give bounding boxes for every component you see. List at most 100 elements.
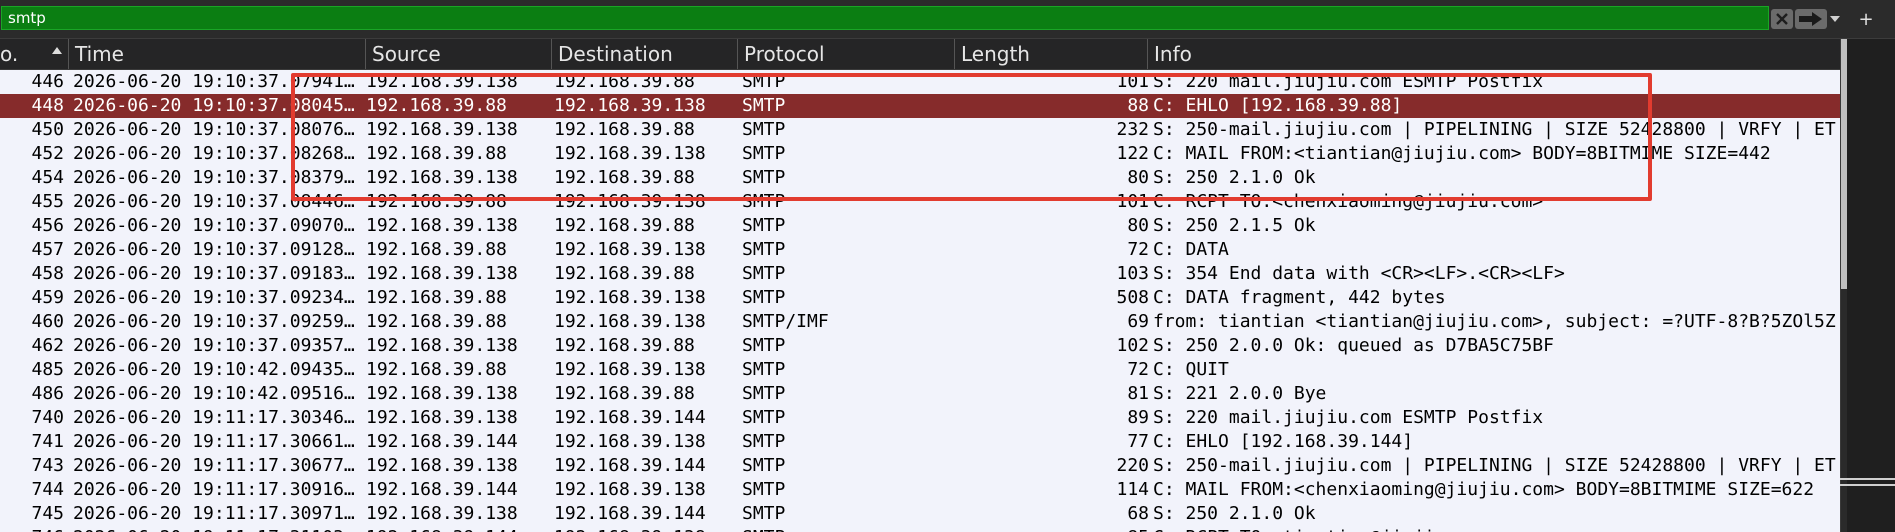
packet-list-scrollbar[interactable] [1840, 39, 1895, 532]
packet-cell-time: 2026-06-20 19:10:37.08379… [73, 167, 355, 188]
packet-cell-source: 192.168.39.138 [366, 215, 518, 236]
packet-cell-length: 232 [1116, 119, 1149, 140]
display-filter-input[interactable] [1, 6, 1769, 30]
packet-cell-destination: 192.168.39.138 [554, 143, 706, 164]
packet-row[interactable]: 455 2026-06-20 19:10:37.08446… 192.168.39.… [0, 190, 1840, 214]
packet-row[interactable]: 448 2026-06-20 19:10:37.08045… 192.168.39.… [0, 94, 1840, 118]
packet-list[interactable]: 446 2026-06-20 19:10:37.07941… 192.168.39.… [0, 70, 1840, 532]
clear-filter-button[interactable] [1771, 9, 1793, 29]
packet-row[interactable]: 743 2026-06-20 19:11:17.30677… 192.168.39.… [0, 454, 1840, 478]
packet-cell-protocol: SMTP [742, 407, 786, 428]
packet-row[interactable]: 744 2026-06-20 19:11:17.30916… 192.168.39.… [0, 478, 1840, 502]
packet-cell-source: 192.168.39.138 [366, 263, 518, 284]
packet-cell-source: 192.168.39.88 [366, 239, 507, 260]
add-filter-button-plus-icon[interactable]: + [1856, 9, 1876, 30]
packet-cell-protocol: SMTP [742, 287, 786, 308]
packet-cell-info: C: EHLO [192.168.39.144] [1153, 431, 1414, 452]
packet-cell-length: 80 [1127, 167, 1149, 188]
packet-cell-protocol: SMTP [742, 335, 786, 356]
column-header-time[interactable]: Time [69, 39, 366, 69]
packet-cell-source: 192.168.39.138 [366, 383, 518, 404]
packet-cell-length: 81 [1127, 383, 1149, 404]
packet-cell-destination: 192.168.39.138 [554, 239, 706, 260]
packet-cell-time: 2026-06-20 19:10:37.09128… [73, 239, 355, 260]
packet-row[interactable]: 458 2026-06-20 19:10:37.09183… 192.168.39.… [0, 262, 1840, 286]
packet-row[interactable]: 485 2026-06-20 19:10:42.09435… 192.168.39.… [0, 358, 1840, 382]
column-header-length[interactable]: Length [955, 39, 1148, 69]
filter-history-dropdown[interactable] [1829, 9, 1841, 29]
packet-cell-destination: 192.168.39.138 [554, 359, 706, 380]
packet-cell-info: S: 220 mail.jiujiu.com ESMTP Postfix [1153, 71, 1544, 92]
packet-row[interactable]: 7462026-06-20 19:11:17.31103…192.168.39.… [0, 526, 1840, 532]
packet-cell-protocol: SMTP [742, 191, 786, 212]
scrollbar-thumb[interactable] [1841, 39, 1847, 289]
packet-cell-info: C: DATA [1153, 239, 1229, 260]
packet-row[interactable]: 450 2026-06-20 19:10:37.08076… 192.168.39.… [0, 118, 1840, 142]
column-header-destination[interactable]: Destination [552, 39, 738, 69]
packet-cell-length: 102 [1116, 335, 1149, 356]
packet-cell-time: 2026-06-20 19:10:37.08076… [73, 119, 355, 140]
packet-cell-time: 2026-06-20 19:11:17.30677… [73, 455, 355, 476]
packet-cell-length: 68 [1127, 503, 1149, 524]
packet-cell-length: 122 [1116, 143, 1149, 164]
clear-icon [1776, 13, 1788, 25]
packet-row[interactable]: 462 2026-06-20 19:10:37.09357… 192.168.39.… [0, 334, 1840, 358]
packet-row[interactable]: 446 2026-06-20 19:10:37.07941… 192.168.39.… [0, 70, 1840, 94]
packet-row[interactable]: 460 2026-06-20 19:10:37.09259… 192.168.39.… [0, 310, 1840, 334]
packet-cell-info: C: RCPT TO:<tiantian@jiujiu.com> [1153, 526, 1840, 532]
packet-cell-no: 454 [31, 167, 64, 188]
packet-cell-no: 740 [31, 407, 64, 428]
packet-cell-no: 459 [31, 287, 64, 308]
column-header-no[interactable]: o. [0, 39, 69, 69]
packet-cell-no: 457 [31, 239, 64, 260]
packet-cell-time: 2026-06-20 19:10:37.09259… [73, 311, 355, 332]
column-header-info[interactable]: Info [1148, 39, 1840, 69]
packet-cell-info: S: 250 2.1.0 Ok [1153, 167, 1316, 188]
packet-cell-source: 192.168.39.88 [366, 311, 507, 332]
packet-row[interactable]: 741 2026-06-20 19:11:17.30661… 192.168.39.… [0, 430, 1840, 454]
packet-row[interactable]: 452 2026-06-20 19:10:37.08268… 192.168.39.… [0, 142, 1840, 166]
packet-cell-destination: 192.168.39.138 [554, 95, 706, 116]
packet-row[interactable]: 486 2026-06-20 19:10:42.09516… 192.168.39.… [0, 382, 1840, 406]
packet-cell-length: 101 [1116, 71, 1149, 92]
packet-cell-info: S: 221 2.0.0 Bye [1153, 383, 1327, 404]
packet-cell-info: C: QUIT [1153, 359, 1229, 380]
packet-cell-info: S: 220 mail.jiujiu.com ESMTP Postfix [1153, 407, 1544, 428]
packet-row[interactable]: 740 2026-06-20 19:11:17.30346… 192.168.39.… [0, 406, 1840, 430]
packet-cell-protocol: SMTP [742, 383, 786, 404]
packet-cell-length: 72 [1127, 239, 1149, 260]
packet-cell-protocol: SMTP [742, 359, 786, 380]
packet-cell-length: 101 [1116, 191, 1149, 212]
packet-cell-no: 446 [31, 71, 64, 92]
packet-row[interactable]: 456 2026-06-20 19:10:37.09070… 192.168.39.… [0, 214, 1840, 238]
packet-cell-source: 192.168.39.138 [366, 167, 518, 188]
packet-cell-info: from: tiantian <tiantian@jiujiu.com>, su… [1153, 311, 1836, 332]
packet-row[interactable]: 459 2026-06-20 19:10:37.09234… 192.168.39.… [0, 286, 1840, 310]
packet-cell-no: 455 [31, 191, 64, 212]
packet-cell-source: 192.168.39.88 [366, 95, 507, 116]
packet-cell-time: 2026-06-20 19:10:37.08268… [73, 143, 355, 164]
packet-cell-destination: 192.168.39.88 [554, 167, 695, 188]
column-header-source[interactable]: Source [366, 39, 552, 69]
packet-cell-info: S: 250-mail.jiujiu.com | PIPELINING | SI… [1153, 119, 1836, 140]
display-filter-toolbar: + [0, 0, 1895, 39]
packet-cell-no: 460 [31, 311, 64, 332]
packet-cell-destination: 192.168.39.138 [554, 311, 706, 332]
column-header-protocol[interactable]: Protocol [738, 39, 955, 69]
scrollbar-track[interactable] [1841, 39, 1847, 532]
packet-row[interactable]: 457 2026-06-20 19:10:37.09128… 192.168.39.… [0, 238, 1840, 262]
packet-row[interactable]: 745 2026-06-20 19:11:17.30971… 192.168.39.… [0, 502, 1840, 526]
packet-cell-length: 72 [1127, 359, 1149, 380]
packet-cell-protocol: SMTP [742, 503, 786, 524]
packet-cell-length: 508 [1116, 287, 1149, 308]
packet-cell-destination: 192.168.39.144 [554, 455, 706, 476]
packet-cell-protocol: SMTP/IMF [742, 311, 829, 332]
packet-cell-protocol: SMTP [742, 526, 942, 532]
packet-cell-protocol: SMTP [742, 143, 786, 164]
packet-cell-source: 192.168.39.138 [366, 71, 518, 92]
packet-cell-source: 192.168.39.138 [366, 455, 518, 476]
packet-cell-length: 69 [1127, 311, 1149, 332]
apply-filter-button[interactable] [1795, 9, 1827, 29]
packet-cell-source: 192.168.39.88 [366, 191, 507, 212]
packet-row[interactable]: 454 2026-06-20 19:10:37.08379… 192.168.39.… [0, 166, 1840, 190]
